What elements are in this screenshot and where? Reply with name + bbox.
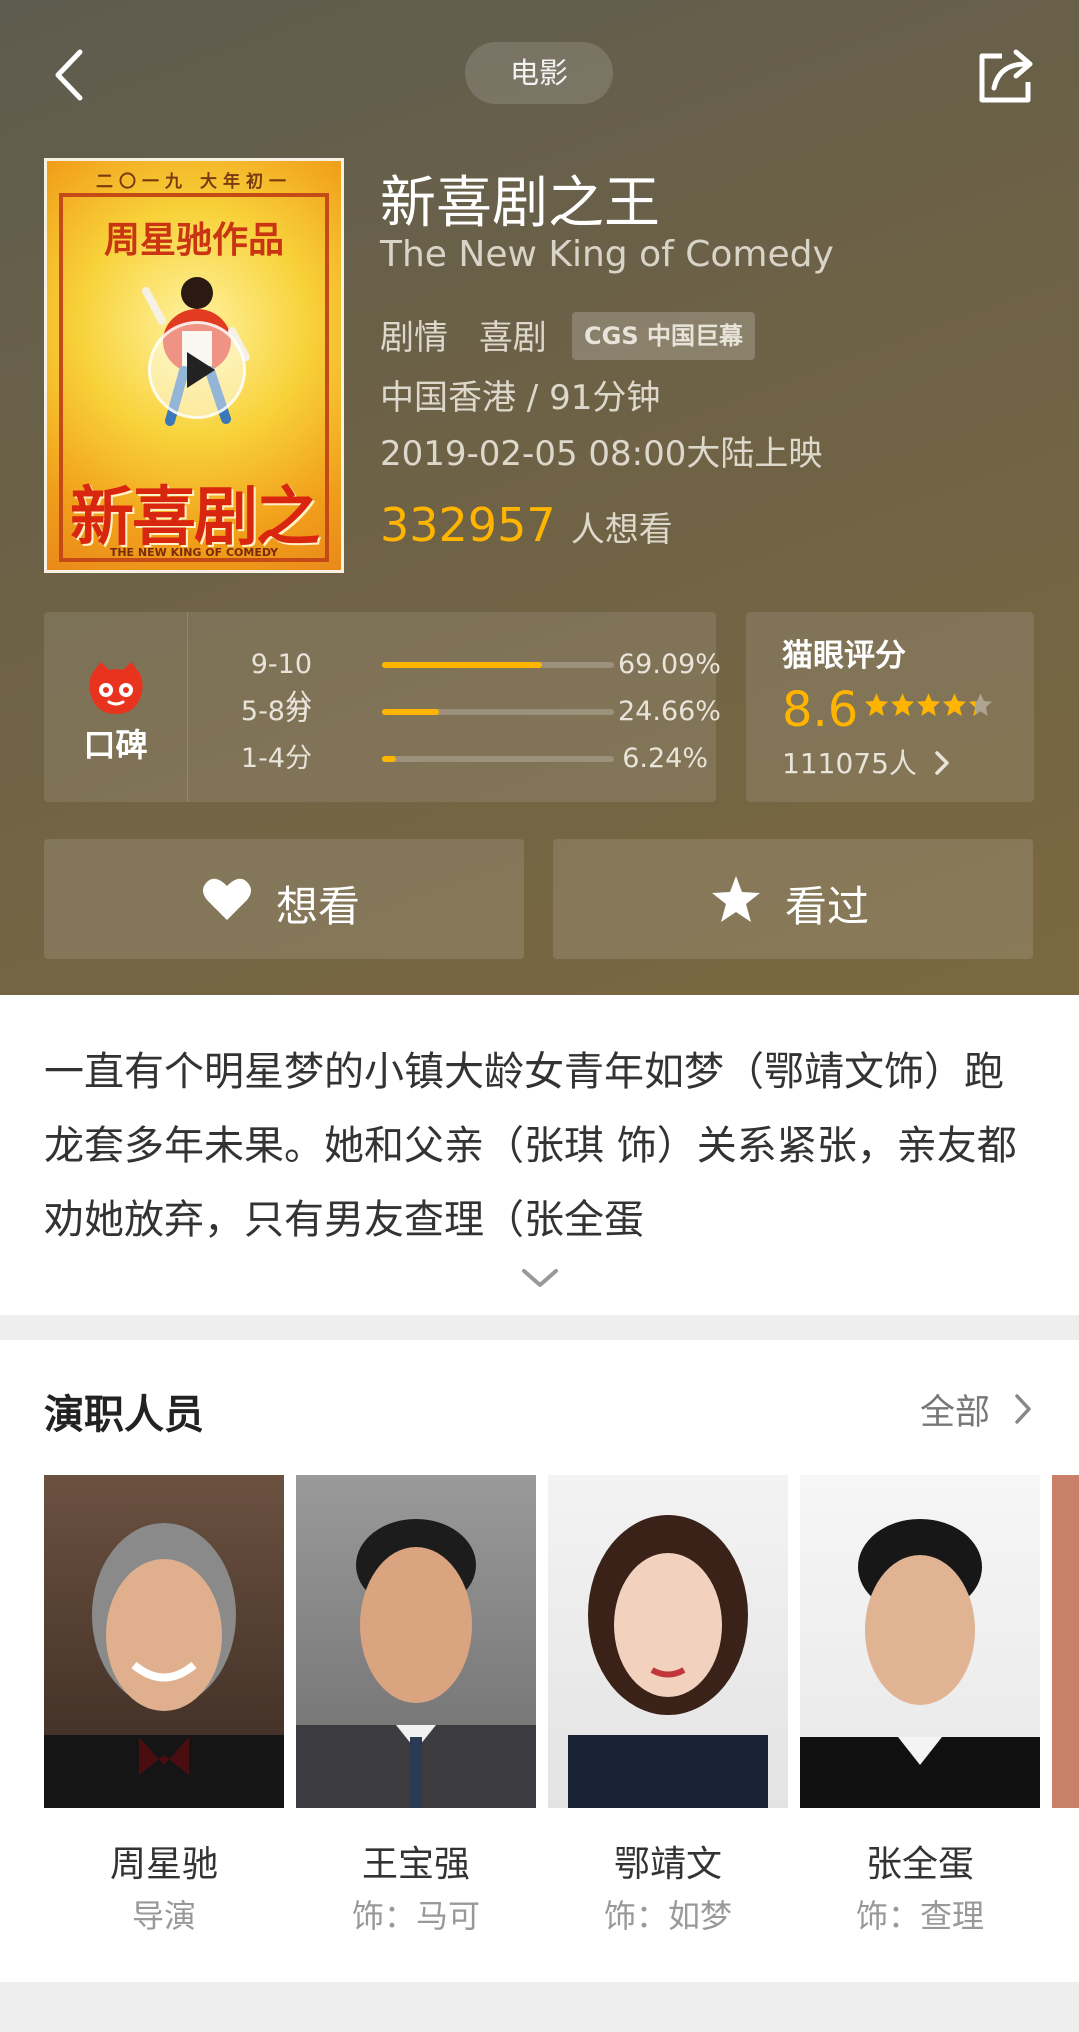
rating-bar-fill [382, 662, 543, 668]
rating-percent: 69.09% [618, 649, 721, 680]
cast-card[interactable]: 张全蛋 饰：查理 [800, 1475, 1040, 1935]
cast-name: 王宝强 [361, 1844, 470, 1885]
poster-top-text: 二〇一九 大年初一 [96, 172, 292, 192]
format-badge: CGS 中国巨幕 [572, 312, 755, 360]
play-icon [187, 352, 215, 388]
seen-label: 看过 [785, 882, 870, 931]
score-value: 8.6 [782, 682, 859, 738]
rating-bar-fill [382, 756, 397, 762]
movie-genres: 剧情 喜剧 [380, 310, 567, 359]
rating-star-icon [916, 693, 941, 717]
cast-name: 周星驰 [109, 1844, 218, 1885]
cast-section: 演职人员 全部 周星驰 导演 王宝强 饰：马可 鄂靖文 饰：如梦 张全蛋 饰：查… [0, 1340, 1079, 1982]
score-people-text: 111075人 [782, 747, 917, 780]
category-pill: 电影 [465, 42, 613, 104]
star-rating [864, 692, 994, 720]
rating-bar-track [382, 709, 614, 715]
want-to-see-label: 想看 [276, 882, 361, 931]
cast-card[interactable]: 周星驰 导演 [44, 1475, 284, 1935]
word-of-mouth-card[interactable]: 口碑 9-10分 69.09% 5-8分 24.66% 1-4分 6.24% [44, 612, 721, 802]
rating-percent: 6.24% [622, 743, 708, 774]
cast-heading: 演职人员 [44, 1392, 204, 1438]
cast-name: 鄂靖文 [613, 1844, 722, 1885]
chevron-right-icon [935, 751, 949, 775]
rating-bar-fill [382, 709, 440, 715]
word-of-mouth-logo: 口碑 [44, 612, 188, 802]
share-icon [979, 49, 1033, 103]
cast-card[interactable]: 鄂靖文 饰：如梦 [548, 1475, 788, 1935]
person-portrait-icon [800, 1519, 1040, 1808]
chevron-down-icon[interactable] [520, 1263, 560, 1293]
rating-star-icon [968, 693, 993, 717]
cast-view-all-link[interactable]: 全部 [920, 1384, 990, 1435]
person-portrait-icon [44, 1523, 284, 1808]
chevron-right-icon[interactable] [1012, 1392, 1034, 1426]
score-people-count[interactable]: 111075人 [782, 742, 952, 782]
cast-card-peek[interactable] [1052, 1475, 1079, 1808]
synopsis-section[interactable]: 一直有个明星梦的小镇大龄女青年如梦（鄂靖文饰）跑龙套多年未果。她和父亲（张琪 饰… [0, 995, 1079, 1315]
movie-region-duration: 中国香港 / 91分钟 [380, 378, 661, 418]
cast-photo [44, 1475, 284, 1808]
rating-star-icon [942, 693, 967, 717]
rating-range-label: 1-4分 [240, 743, 312, 774]
poster-director-text: 周星驰作品 [103, 220, 284, 261]
seen-button[interactable]: 看过 [553, 839, 1033, 959]
rating-star-icon [864, 693, 889, 717]
star-icon [712, 876, 760, 922]
want-to-see-button[interactable]: 想看 [44, 839, 524, 959]
person-portrait-icon [296, 1519, 536, 1808]
chevron-left-icon [55, 49, 83, 101]
wish-count-value: 332957 [380, 498, 556, 552]
cast-name: 张全蛋 [865, 1844, 974, 1885]
back-button[interactable] [44, 40, 104, 110]
rating-range-label: 5-8分 [240, 696, 312, 727]
word-of-mouth-label: 口碑 [83, 726, 148, 764]
genre-tag: 剧情 [380, 318, 448, 358]
wish-count-label: 人想看 [570, 510, 673, 550]
poster-subtitle-text: THE NEW KING OF COMEDY [109, 546, 279, 559]
score-card[interactable]: 猫眼评分 8.6 111075人 [746, 612, 1034, 802]
cast-card[interactable]: 王宝强 饰：马可 [296, 1475, 536, 1935]
cast-role: 饰：马可 [351, 1897, 480, 1935]
movie-title: 新喜剧之王 [380, 171, 660, 236]
rating-bar-track [382, 756, 614, 762]
cast-role: 导演 [131, 1897, 196, 1935]
person-portrait-icon [568, 1515, 768, 1808]
heart-icon [203, 878, 251, 920]
rating-distribution-row: 9-10分 69.09% [188, 645, 721, 720]
score-label: 猫眼评分 [782, 638, 906, 674]
rating-distribution-row: 5-8分 24.66% [188, 692, 721, 732]
cast-role: 饰：查理 [855, 1897, 984, 1935]
cast-role: 饰：如梦 [603, 1897, 732, 1935]
movie-poster[interactable]: 二〇一九 大年初一 周星驰作品 新喜剧之王 THE NEW KING OF CO… [44, 158, 344, 573]
cast-photo [296, 1475, 536, 1808]
rating-star-icon [890, 693, 915, 717]
rating-bar-track [382, 662, 614, 668]
movie-english-title: The New King of Comedy [380, 234, 834, 275]
genre-tag: 喜剧 [478, 318, 547, 358]
cast-photo [548, 1475, 788, 1808]
synopsis-text: 一直有个明星梦的小镇大龄女青年如梦（鄂靖文饰）跑龙套多年未果。她和父亲（张琪 饰… [44, 1049, 1017, 1243]
cast-photo [800, 1475, 1040, 1808]
share-button[interactable] [972, 40, 1042, 110]
cat-eye-logo-icon [89, 662, 143, 714]
movie-header: 电影 二〇一九 大年初一 周星驰作品 新喜剧之王 THE NEW KING OF… [0, 0, 1079, 995]
wish-count: 332957 人想看 [380, 498, 673, 552]
rating-distribution-row: 1-4分 6.24% [188, 739, 716, 779]
trailer-play-button[interactable] [148, 321, 246, 419]
rating-percent: 24.66% [618, 696, 721, 727]
movie-release-date: 2019-02-05 08:00大陆上映 [380, 434, 823, 474]
